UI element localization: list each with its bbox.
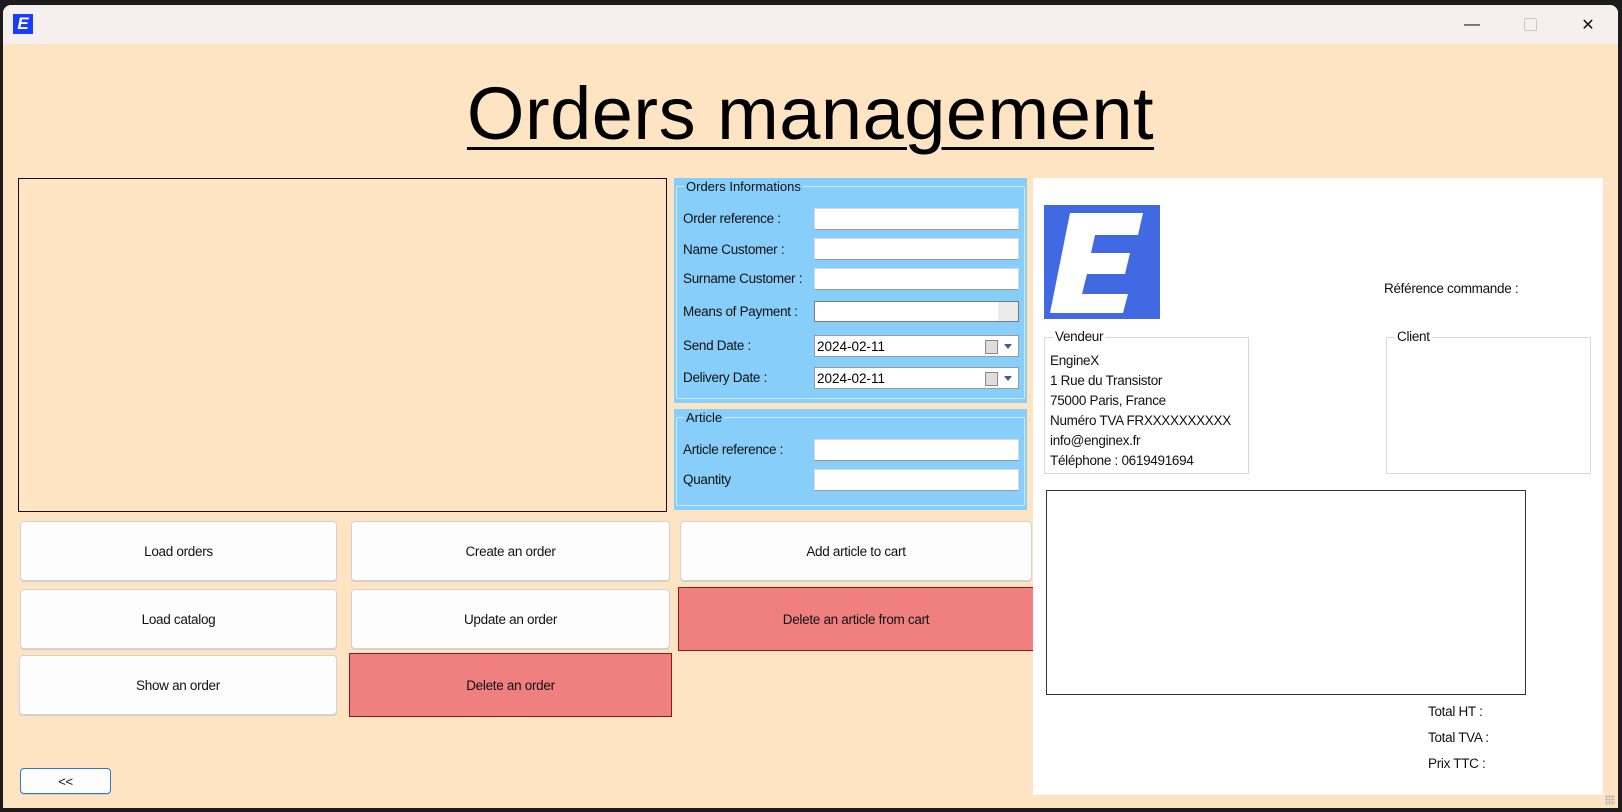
delivery-date-picker[interactable]: 2024-02-11	[814, 367, 1019, 389]
vendor-city: 75000 Paris, France	[1050, 393, 1166, 408]
vendor-phone: Téléphone : 0619491694	[1050, 453, 1194, 468]
maximize-button[interactable]	[1501, 5, 1559, 44]
back-button[interactable]: <<	[20, 768, 111, 794]
calendar-icon[interactable]	[985, 372, 998, 386]
order-reference-label: Order reference :	[683, 211, 781, 226]
calendar-icon[interactable]	[985, 340, 998, 354]
show-order-button[interactable]: Show an order	[19, 655, 337, 715]
close-icon: ✕	[1581, 16, 1595, 34]
send-date-label: Send Date :	[683, 338, 751, 353]
orders-info-legend: Orders Informations	[684, 179, 803, 194]
delete-article-from-cart-button[interactable]: Delete an article from cart	[678, 587, 1034, 651]
orders-grid[interactable]	[18, 178, 667, 512]
surname-customer-label: Surname Customer :	[683, 271, 803, 286]
company-logo	[1044, 205, 1160, 319]
delivery-date-value: 2024-02-11	[817, 371, 886, 386]
dropdown-button[interactable]	[998, 302, 1018, 321]
app-icon: E	[13, 14, 33, 34]
article-reference-label: Article reference :	[683, 442, 784, 457]
vendor-legend: Vendeur	[1053, 329, 1106, 344]
load-orders-button[interactable]: Load orders	[20, 521, 337, 581]
vendor-email: info@enginex.fr	[1050, 433, 1141, 448]
total-ht-label: Total HT :	[1428, 704, 1483, 719]
article-reference-input[interactable]	[814, 439, 1019, 461]
quantity-label: Quantity	[683, 472, 731, 487]
vendor-vat: Numéro TVA FRXXXXXXXXXX	[1050, 413, 1231, 428]
orders-info-group: Orders Informations Order reference : Na…	[674, 178, 1027, 403]
send-date-picker[interactable]: 2024-02-11	[814, 335, 1019, 357]
prix-ttc-label: Prix TTC :	[1428, 756, 1486, 771]
means-of-payment-label: Means of Payment :	[683, 304, 798, 319]
maximize-icon	[1523, 18, 1537, 31]
name-customer-label: Name Customer :	[683, 242, 785, 257]
load-catalog-button[interactable]: Load catalog	[20, 589, 337, 649]
title-bar: E — ✕	[3, 5, 1618, 44]
invoice-panel: Référence commande : Vendeur EngineX 1 R…	[1033, 178, 1603, 795]
send-date-value: 2024-02-11	[817, 339, 886, 354]
vendor-street: 1 Rue du Transistor	[1050, 373, 1163, 388]
add-article-to-cart-button[interactable]: Add article to cart	[680, 521, 1032, 581]
means-of-payment-select[interactable]	[814, 301, 1019, 322]
logo-e-icon	[1050, 213, 1143, 313]
article-group: Article Article reference : Quantity	[674, 409, 1027, 510]
client-group: Client	[1386, 329, 1591, 474]
order-reference-input[interactable]	[814, 208, 1019, 230]
vendor-name: EngineX	[1050, 353, 1099, 368]
cart-grid[interactable]	[1046, 490, 1526, 695]
delete-order-button[interactable]: Delete an order	[349, 653, 672, 717]
update-order-button[interactable]: Update an order	[351, 589, 670, 649]
page-title: Orders management	[466, 72, 1155, 155]
app-window: E — ✕ Orders management Orders Informati…	[3, 5, 1618, 808]
client-legend: Client	[1395, 329, 1432, 344]
minimize-icon: —	[1464, 15, 1480, 33]
quantity-input[interactable]	[814, 469, 1019, 491]
chevron-down-icon[interactable]	[1004, 344, 1012, 349]
name-customer-input[interactable]	[814, 238, 1019, 260]
surname-customer-input[interactable]	[814, 268, 1019, 290]
delivery-date-label: Delivery Date :	[683, 370, 768, 385]
chevron-down-icon[interactable]	[1004, 376, 1012, 381]
resize-grip[interactable]	[1605, 795, 1615, 805]
total-tva-label: Total TVA :	[1428, 730, 1489, 745]
create-order-button[interactable]: Create an order	[351, 521, 670, 581]
article-legend: Article	[684, 410, 725, 425]
vendor-group: Vendeur EngineX 1 Rue du Transistor 7500…	[1044, 329, 1249, 474]
close-button[interactable]: ✕	[1559, 5, 1617, 44]
order-reference-caption: Référence commande :	[1384, 281, 1519, 296]
minimize-button[interactable]: —	[1443, 5, 1501, 44]
